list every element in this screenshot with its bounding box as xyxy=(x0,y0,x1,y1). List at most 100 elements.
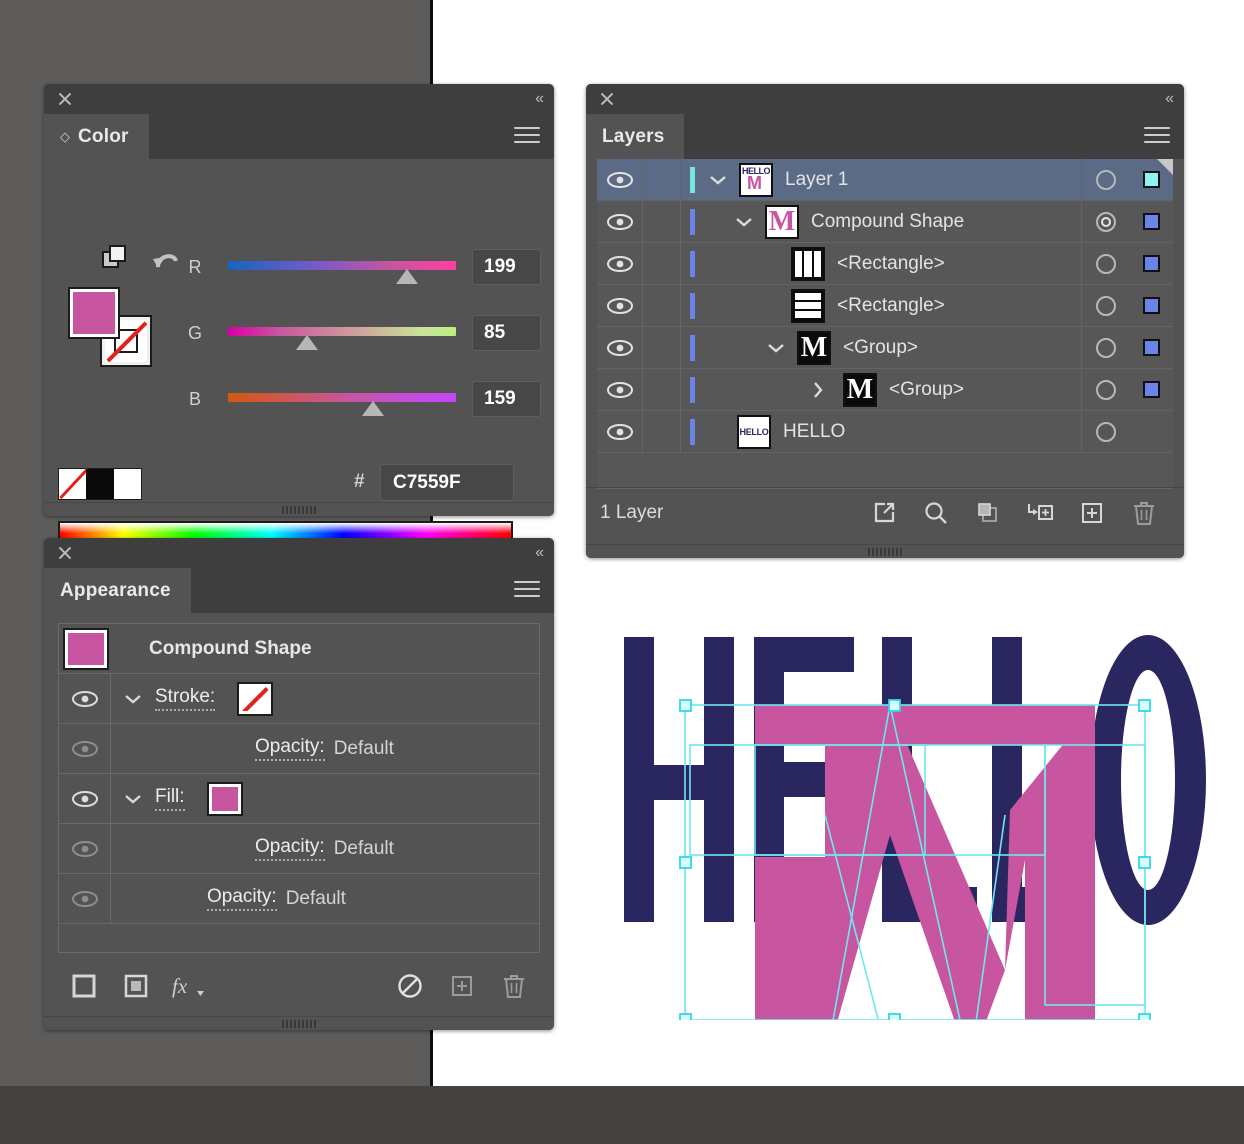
visibility-eye-icon[interactable] xyxy=(597,243,643,284)
layer-row-rectangle-1[interactable]: <Rectangle> xyxy=(597,243,1173,285)
add-new-fill-icon[interactable] xyxy=(110,965,162,1007)
lock-toggle-cell[interactable] xyxy=(643,369,681,410)
layer-main-cell[interactable]: HELLO HELLO xyxy=(695,411,1081,452)
layer-row-hello[interactable]: HELLO HELLO xyxy=(597,411,1173,453)
release-to-layers-icon[interactable] xyxy=(858,491,910,535)
slider-track-b[interactable] xyxy=(228,393,456,402)
value-field-r[interactable]: 199 xyxy=(472,249,541,285)
layer-thumbnail[interactable] xyxy=(791,288,825,323)
swatch-black[interactable] xyxy=(86,469,114,499)
layer-name[interactable]: <Group> xyxy=(843,337,918,359)
layer-row-group-2[interactable]: M <Group> xyxy=(597,369,1173,411)
appearance-label-stroke[interactable]: Stroke: xyxy=(155,686,216,711)
layer-thumbnail[interactable]: HELLO xyxy=(737,414,771,449)
layer-thumbnail[interactable]: HELLO M xyxy=(739,162,773,197)
add-effect-fx-icon[interactable]: fx xyxy=(162,965,214,1007)
chevron-down-icon[interactable] xyxy=(761,342,791,354)
appearance-row-fill[interactable]: Fill: xyxy=(59,774,539,824)
layer-row-layer-1[interactable]: HELLO M Layer 1 xyxy=(597,159,1173,201)
layers-panel[interactable]: « Layers HELLO M Layer 1 M Compound Shap… xyxy=(586,84,1184,558)
appearance-label-opacity[interactable]: Opacity: xyxy=(255,736,325,761)
layer-name[interactable]: Compound Shape xyxy=(811,211,964,233)
appearance-label-fill[interactable]: Fill: xyxy=(155,786,185,811)
target-indicator-icon[interactable] xyxy=(1095,379,1116,400)
color-panel[interactable]: « ◇ Color R 199 G 85 B 159 # C7559F xyxy=(44,84,554,565)
make-clipping-mask-icon[interactable] xyxy=(962,491,1014,535)
layer-name[interactable]: <Rectangle> xyxy=(837,253,945,275)
layer-thumbnail[interactable] xyxy=(791,246,825,281)
duplicate-item-icon[interactable] xyxy=(436,965,488,1007)
selection-indicator-icon[interactable] xyxy=(1142,297,1160,314)
selection-indicator-icon[interactable] xyxy=(1142,339,1160,356)
visibility-eye-icon[interactable] xyxy=(597,411,643,452)
target-indicator-icon-active[interactable] xyxy=(1095,211,1116,232)
swap-fill-stroke-icon[interactable] xyxy=(102,245,128,271)
layer-main-cell[interactable]: M <Group> xyxy=(695,327,1081,368)
slider-track-r[interactable] xyxy=(228,261,456,270)
collapse-panel-icon[interactable]: « xyxy=(535,543,544,563)
collapse-panel-icon[interactable]: « xyxy=(1165,89,1174,109)
value-field-b[interactable]: 159 xyxy=(472,381,541,417)
target-indicator-icon[interactable] xyxy=(1095,169,1116,190)
lock-toggle-cell[interactable] xyxy=(643,159,681,200)
stroke-none-swatch[interactable] xyxy=(237,681,274,716)
visibility-eye-icon-dim[interactable] xyxy=(59,724,111,773)
color-panel-resize-grip[interactable] xyxy=(44,502,554,516)
swatch-white[interactable] xyxy=(113,469,141,499)
appearance-row-fill-opacity[interactable]: Opacity: Default xyxy=(59,824,539,874)
layer-main-cell[interactable]: M <Group> xyxy=(695,369,1081,410)
fill-swatch[interactable] xyxy=(68,287,120,339)
target-indicator-icon[interactable] xyxy=(1095,421,1116,442)
appearance-row-object-opacity[interactable]: Opacity: Default xyxy=(59,874,539,924)
chevron-down-icon[interactable] xyxy=(111,793,155,805)
appearance-row-stroke-opacity[interactable]: Opacity: Default xyxy=(59,724,539,774)
lock-toggle-cell[interactable] xyxy=(643,327,681,368)
layer-name[interactable]: HELLO xyxy=(783,421,845,443)
slider-thumb-r[interactable] xyxy=(396,269,418,284)
target-indicator-icon[interactable] xyxy=(1095,295,1116,316)
value-field-g[interactable]: 85 xyxy=(472,315,541,351)
chevron-down-icon[interactable] xyxy=(729,216,759,228)
layers-panel-resize-grip[interactable] xyxy=(586,544,1184,558)
selection-indicator-icon[interactable] xyxy=(1142,255,1160,272)
visibility-eye-icon[interactable] xyxy=(59,774,111,823)
layer-name[interactable]: <Group> xyxy=(889,379,964,401)
collapse-panel-icon[interactable]: « xyxy=(535,89,544,109)
visibility-eye-icon[interactable] xyxy=(597,201,643,242)
appearance-object-row[interactable]: Compound Shape xyxy=(59,624,539,674)
appearance-label-opacity[interactable]: Opacity: xyxy=(255,836,325,861)
layer-main-cell[interactable]: <Rectangle> xyxy=(695,243,1081,284)
slider-track-g[interactable] xyxy=(228,327,456,336)
slider-thumb-g[interactable] xyxy=(296,335,318,350)
fill-color-swatch[interactable] xyxy=(206,781,243,816)
lock-toggle-cell[interactable] xyxy=(643,201,681,242)
delete-selection-icon[interactable] xyxy=(1118,491,1170,535)
hex-input[interactable]: C7559F xyxy=(380,464,514,501)
locate-object-icon[interactable] xyxy=(910,491,962,535)
appearance-label-opacity[interactable]: Opacity: xyxy=(207,886,277,911)
close-icon[interactable] xyxy=(56,544,74,562)
lock-toggle-cell[interactable] xyxy=(643,243,681,284)
selection-indicator-icon[interactable] xyxy=(1142,381,1160,398)
clear-appearance-icon[interactable] xyxy=(384,965,436,1007)
create-sublayer-icon[interactable] xyxy=(1014,491,1066,535)
visibility-eye-icon[interactable] xyxy=(597,285,643,326)
delete-item-icon[interactable] xyxy=(488,965,540,1007)
panel-menu-icon[interactable] xyxy=(1144,127,1170,147)
appearance-row-stroke[interactable]: Stroke: xyxy=(59,674,539,724)
layer-name[interactable]: <Rectangle> xyxy=(837,295,945,317)
target-indicator-icon[interactable] xyxy=(1095,337,1116,358)
close-icon[interactable] xyxy=(598,90,616,108)
layer-thumbnail[interactable]: M xyxy=(797,330,831,365)
close-icon[interactable] xyxy=(56,90,74,108)
object-fill-swatch[interactable] xyxy=(63,627,109,670)
swatch-none[interactable] xyxy=(59,469,87,499)
visibility-eye-icon-dim[interactable] xyxy=(59,824,111,873)
tab-appearance[interactable]: Appearance xyxy=(44,568,191,613)
slider-thumb-b[interactable] xyxy=(362,401,384,416)
visibility-eye-icon-dim[interactable] xyxy=(59,874,111,923)
add-new-stroke-icon[interactable] xyxy=(58,965,110,1007)
selection-indicator-icon[interactable] xyxy=(1142,213,1160,230)
layer-main-cell[interactable]: <Rectangle> xyxy=(695,285,1081,326)
visibility-eye-icon[interactable] xyxy=(597,159,643,200)
